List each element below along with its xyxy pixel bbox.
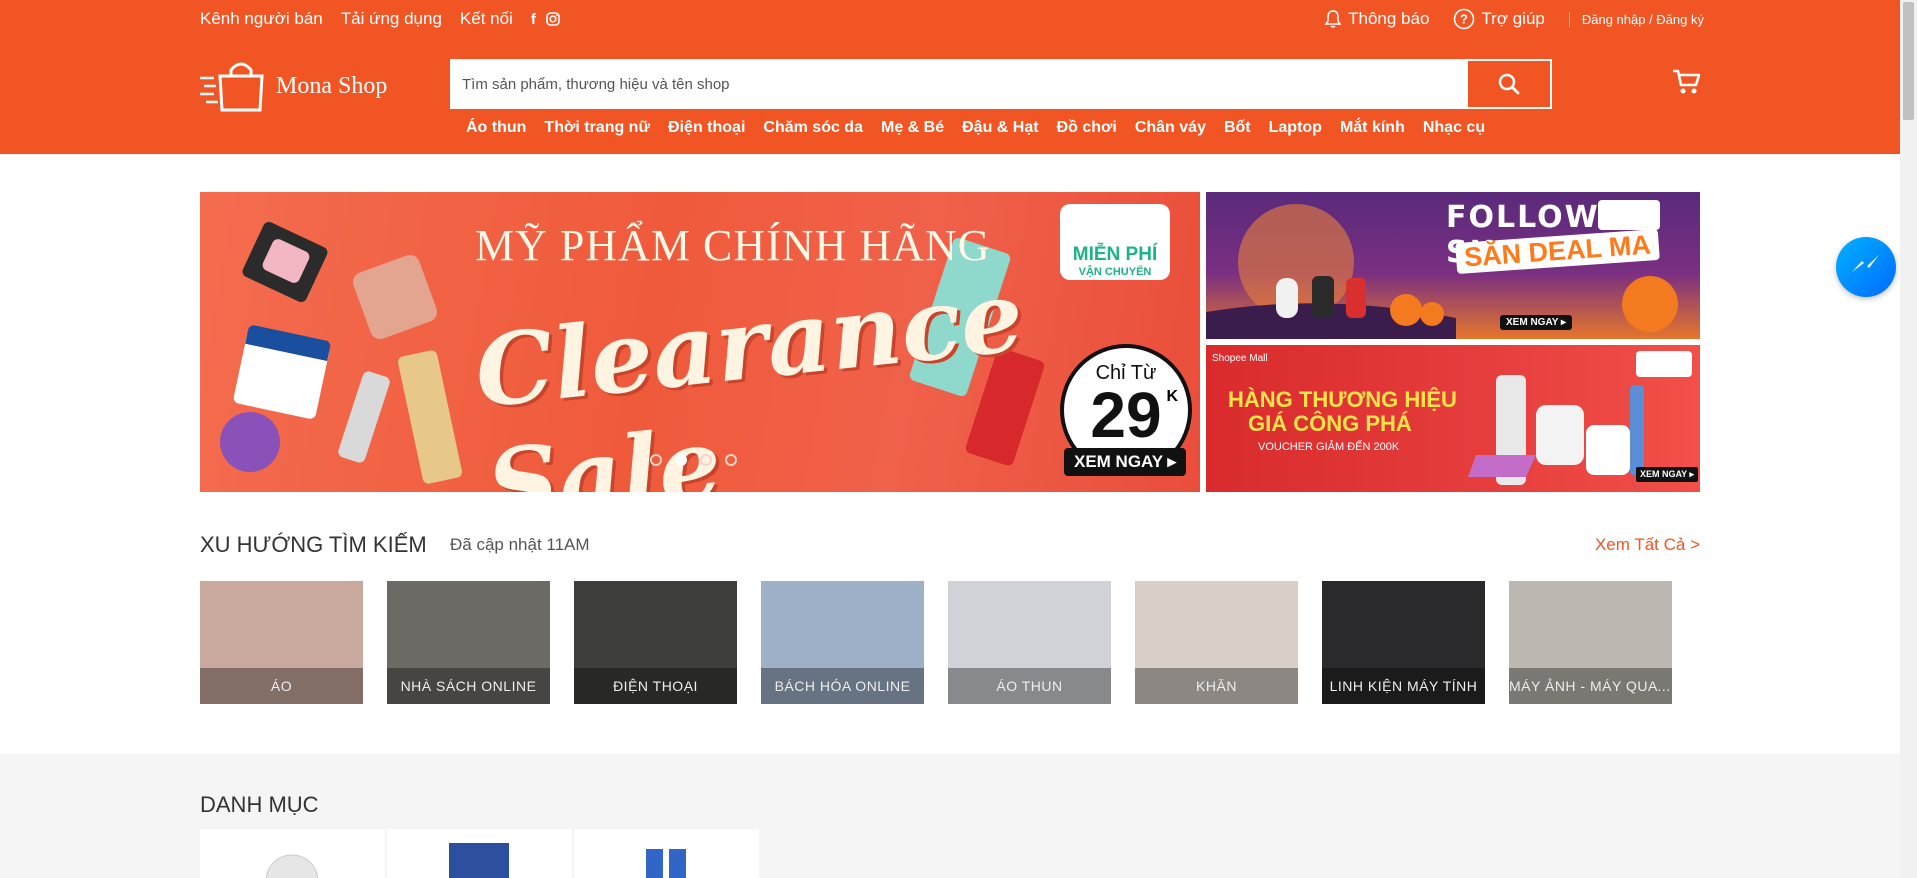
side-banner2-line1: HÀNG THƯƠNG HIỆU [1228, 387, 1457, 412]
top-bar: Kênh người bán Tải ứng dụng Kết nối f Th… [0, 0, 1900, 38]
side-banner2-cta[interactable]: XEM NGAY ▸ [1636, 467, 1699, 482]
side-banner-halloween[interactable]: FOLLOW SHOP SĂN DEAL MA XEM NGAY ▸ [1206, 192, 1700, 339]
trending-title: XU HƯỚNG TÌM KIẾM [200, 532, 427, 557]
trending-tile[interactable]: KHĂN [1135, 581, 1298, 704]
category-nav-item[interactable]: Điện thoại [668, 119, 745, 137]
svg-text:?: ? [1460, 12, 1468, 27]
banner-cta-button[interactable]: XEM NGAY ▸ [1064, 448, 1187, 476]
scrollbar-thumb[interactable] [1903, 2, 1914, 120]
notifications-link[interactable]: Thông báo [1324, 9, 1429, 29]
trending-tile-label: ÁO THUN [948, 668, 1111, 704]
trending-tile-label: ÁO [200, 668, 363, 704]
top-bar-left: Kênh người bán Tải ứng dụng Kết nối f [200, 0, 560, 38]
gift-icon [646, 839, 686, 878]
carousel-dot[interactable] [700, 454, 712, 466]
brand-name: Mona Shop [276, 72, 388, 99]
side-banner2-line2: GIÁ CÔNG PHÁ [1248, 411, 1412, 436]
top-bar-right: Thông báo ? Trợ giúp Đăng nhập / Đăng ký [1324, 0, 1704, 38]
category-nav-item[interactable]: Chân váy [1135, 119, 1206, 137]
price-suffix: K [1166, 388, 1178, 405]
cart-button[interactable] [1672, 69, 1701, 100]
trending-header: XU HƯỚNG TÌM KIẾM Đã cập nhật 11AM Xem T… [200, 532, 1700, 562]
free-shipping-line2: VẬN CHUYỂN [1078, 266, 1152, 278]
logo[interactable]: Mona Shop [200, 60, 387, 112]
search-button[interactable] [1468, 61, 1550, 107]
category-card[interactable] [387, 829, 572, 878]
social-links: f [531, 11, 560, 28]
side-banner2-line3: VOUCHER GIẢM ĐẾN 200K [1258, 441, 1400, 453]
scrollbar[interactable] [1900, 0, 1917, 878]
trending-tile[interactable]: ÁO THUN [948, 581, 1111, 704]
download-app-link[interactable]: Tải ứng dụng [341, 9, 442, 29]
trending-tile-label: KHĂN [1135, 668, 1298, 704]
instagram-icon[interactable] [546, 12, 560, 26]
trending-tile[interactable]: ÁO [200, 581, 363, 704]
category-nav-item[interactable]: Laptop [1269, 119, 1322, 137]
category-cards [200, 829, 759, 878]
trending-tile-label: MÁY ẢNH - MÁY QUAY ... [1509, 668, 1672, 704]
trending-list: ÁO NHÀ SÁCH ONLINE ĐIỆN THOẠI BÁCH HÓA ONLI… [200, 581, 1672, 704]
carousel-dot-active[interactable] [675, 454, 687, 466]
bell-icon [1324, 10, 1342, 28]
see-all-link[interactable]: Xem Tất Cả > [1595, 535, 1700, 555]
search-bar [450, 59, 1552, 109]
free-shipping-badge: MIỄN PHÍ VẬN CHUYỂN [1060, 204, 1170, 280]
search-input[interactable] [452, 61, 1468, 107]
box-icon [449, 843, 509, 878]
connect-label: Kết nối [459, 9, 513, 28]
carousel-dot[interactable] [725, 454, 737, 466]
side-banner2-cta-label: XEM NGAY [1640, 469, 1688, 479]
help-label: Trợ giúp [1481, 9, 1545, 28]
category-nav-item[interactable]: Nhạc cụ [1423, 119, 1485, 137]
trending-tile[interactable]: BÁCH HÓA ONLINE [761, 581, 924, 704]
trending-tile[interactable]: NHÀ SÁCH ONLINE [387, 581, 550, 704]
trending-tile[interactable]: ĐIỆN THOẠI [574, 581, 737, 704]
category-nav-item[interactable]: Mắt kính [1340, 119, 1405, 137]
shopee-mall-tag: Shopee Mall [1212, 353, 1268, 364]
category-card[interactable] [574, 829, 759, 878]
category-nav-item[interactable]: Bốt [1224, 119, 1251, 137]
category-nav-item[interactable]: Mẹ & Bé [881, 119, 944, 137]
main-header: Mona Shop Áo thun Thời trang nữ Điện tho… [0, 38, 1900, 154]
category-nav: Áo thun Thời trang nữ Điện thoại Chăm só… [466, 119, 1485, 137]
shopping-bag-logo-icon [200, 62, 264, 112]
cart-icon [1673, 69, 1701, 94]
categories-title: DANH MỤC [200, 792, 319, 817]
messenger-chat-button[interactable] [1836, 237, 1896, 297]
categories-section: DANH MỤC [0, 754, 1900, 878]
side-banner-brands[interactable]: Shopee Mall HÀNG THƯƠNG HIỆU GIÁ CÔNG PH… [1206, 345, 1700, 492]
category-nav-item[interactable]: Đồ chơi [1057, 119, 1117, 137]
facebook-icon[interactable]: f [531, 11, 536, 28]
help-icon: ? [1454, 8, 1475, 30]
help-link[interactable]: ? Trợ giúp [1453, 8, 1545, 30]
carousel-dot[interactable] [650, 454, 662, 466]
banner-cta-label: XEM NGAY [1074, 452, 1163, 471]
category-nav-item[interactable]: Đậu & Hạt [962, 119, 1038, 137]
side-banner1-cta-label: XEM NGAY [1506, 317, 1559, 328]
trending-tile[interactable]: MÁY ẢNH - MÁY QUAY ... [1509, 581, 1672, 704]
free-shipping-line1: MIỄN PHÍ [1072, 244, 1158, 265]
trending-tile-label: ĐIỆN THOẠI [574, 668, 737, 704]
category-nav-item[interactable]: Áo thun [466, 119, 526, 137]
carousel-dots [650, 454, 737, 466]
trending-updated: Đã cập nhật 11AM [450, 535, 590, 554]
category-nav-item[interactable]: Thời trang nữ [544, 119, 650, 137]
trending-tile[interactable]: LINH KIỆN MÁY TÍNH [1322, 581, 1485, 704]
banner-headline: MỸ PHẨM CHÍNH HÃNG [475, 221, 991, 270]
globe-icon [265, 854, 319, 878]
trending-tile-label: NHÀ SÁCH ONLINE [387, 668, 550, 704]
seller-channel-link[interactable]: Kênh người bán [200, 9, 323, 29]
login-register-link[interactable]: Đăng nhập / Đăng ký [1568, 11, 1704, 27]
side-banner1-cta[interactable]: XEM NGAY ▸ [1500, 315, 1573, 330]
category-nav-item[interactable]: Chăm sóc da [763, 119, 863, 137]
page: Kênh người bán Tải ứng dụng Kết nối f Th… [0, 0, 1900, 878]
main-banner-carousel[interactable]: MỸ PHẨM CHÍNH HÃNG Clearance Sale MIỄN P… [200, 192, 1200, 492]
trending-tile-label: LINH KIỆN MÁY TÍNH [1322, 668, 1485, 704]
search-icon [1498, 73, 1520, 95]
messenger-icon [1852, 255, 1879, 272]
category-card[interactable] [200, 829, 385, 878]
trending-tile-label: BÁCH HÓA ONLINE [761, 668, 924, 704]
notifications-label: Thông báo [1348, 9, 1430, 28]
